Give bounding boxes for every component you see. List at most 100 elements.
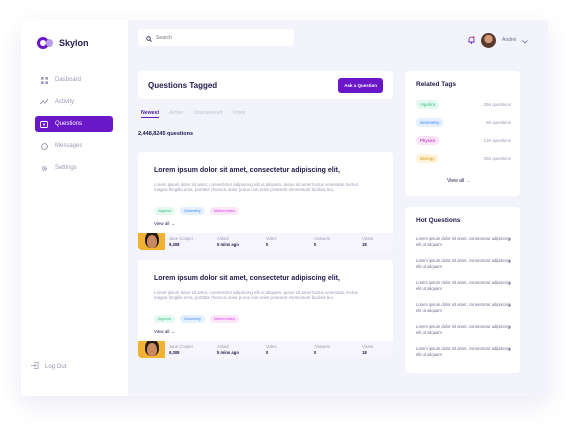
tab-votes[interactable]: Votes	[232, 110, 245, 118]
search-icon	[146, 29, 152, 47]
asked-value: 5 mins ago	[217, 350, 239, 355]
sidebar-item-dashboard[interactable]: Dasboard	[35, 72, 113, 88]
votes-label: Votes	[266, 236, 277, 241]
view-all-link[interactable]: View all →	[154, 329, 175, 334]
hot-question-item[interactable]: Lorem ipsum dolor sit amet, consectetur …	[416, 236, 511, 247]
question-footer: Jane Cooper 9,308 Asked 5 mins ago Votes…	[138, 341, 393, 358]
chevron-right-icon: ›	[508, 236, 511, 243]
arrow-right-icon: →	[170, 329, 176, 334]
related-tag-row[interactable]: Geometry 56 questions	[416, 118, 511, 127]
hot-question-text: Lorem ipsum dolor sit amet, consectetur …	[416, 258, 511, 269]
tag-count: 256 questions	[483, 102, 511, 107]
tag-geometry[interactable]: Geometry	[180, 315, 205, 323]
question-title[interactable]: Lorem ipsum dolor sit amet, consectetur …	[154, 275, 340, 282]
sidebar-item-label: Dasboard	[55, 77, 82, 83]
views-label: Views	[362, 236, 374, 241]
sidebar-item-questions[interactable]: Questions	[35, 116, 113, 132]
author-name[interactable]: Jane Cooper	[169, 236, 193, 241]
grid-icon	[39, 75, 49, 85]
view-all-link[interactable]: View all →	[154, 221, 175, 226]
user-avatar[interactable]	[481, 32, 496, 48]
search-bar[interactable]	[138, 29, 294, 46]
arrow-right-icon: →	[170, 221, 176, 226]
chevron-right-icon: ›	[508, 346, 511, 353]
author-avatar[interactable]	[138, 341, 165, 358]
tag-algebra[interactable]: Algebra	[154, 315, 176, 323]
hot-question-item[interactable]: Lorem ipsum dolor sit amet, consectetur …	[416, 302, 511, 313]
hot-question-item[interactable]: Lorem ipsum dolor sit amet, consectetur …	[416, 258, 511, 269]
search-input[interactable]	[156, 34, 276, 41]
page-title: Questions Tagged	[148, 80, 218, 90]
question-card[interactable]: Lorem ipsum dolor sit amet, consectetur …	[138, 260, 393, 358]
question-tags: Algebra Geometry Mathematics	[154, 315, 240, 323]
tag-algebra[interactable]: Algebra	[154, 207, 176, 215]
view-all-label: View all	[154, 329, 170, 334]
hot-question-item[interactable]: Lorem ipsum dolor sit amet, consectetur …	[416, 280, 511, 291]
tag-geometry[interactable]: Geometry	[416, 118, 444, 127]
tag-geometry[interactable]: Geometry	[180, 207, 205, 215]
tab-active[interactable]: Active	[169, 110, 183, 118]
views-value: 18	[362, 242, 367, 247]
views-stat: Views 18	[362, 236, 373, 248]
hot-question-item[interactable]: Lorem ipsum dolor sit amet, consectetur …	[416, 346, 511, 357]
sidebar: Skylon Dasboard Activity Questions Messa…	[21, 20, 128, 396]
gear-icon	[39, 163, 49, 173]
sidebar-item-activity[interactable]: Activity	[35, 94, 113, 110]
message-icon	[39, 141, 49, 151]
related-tag-row[interactable]: Physics 126 questions	[416, 136, 511, 145]
answers-value: 0	[314, 350, 317, 355]
question-title[interactable]: Lorem ipsum dolor sit amet, consectetur …	[154, 167, 340, 174]
tab-newest[interactable]: Newest	[141, 110, 160, 118]
answers-stat: Answers 0	[314, 344, 330, 356]
tag-count: 256 questions	[483, 156, 511, 161]
asked-stat: Asked 5 mins ago	[217, 344, 239, 356]
chevron-right-icon: ›	[508, 280, 511, 287]
tag-mathematics[interactable]: Mathematics	[209, 315, 240, 323]
arrow-right-icon: →	[465, 178, 471, 184]
logo-icon	[37, 37, 53, 49]
hot-question-text: Lorem ipsum dolor sit amet, consectetur …	[416, 346, 511, 357]
tag-mathematics[interactable]: Mathematics	[209, 207, 240, 215]
related-tags-title: Related Tags	[416, 81, 456, 88]
related-tags-panel: Related Tags Algebra 256 questions Geome…	[405, 71, 520, 196]
related-tag-row[interactable]: Algebra 256 questions	[416, 100, 511, 109]
author-info: Jane Cooper 9,308	[169, 344, 193, 356]
user-name: Andrei	[502, 37, 517, 43]
asked-value: 5 mins ago	[217, 242, 239, 247]
sidebar-item-settings[interactable]: Settings	[35, 160, 113, 176]
sidebar-nav: Dasboard Activity Questions Messages Set…	[35, 72, 113, 182]
sidebar-item-messages[interactable]: Messages	[35, 138, 113, 154]
tag-count: 56 questions	[486, 120, 511, 125]
author-avatar[interactable]	[138, 233, 165, 250]
asked-stat: Asked 5 mins ago	[217, 236, 239, 248]
hot-questions-title: Hot Questions	[416, 217, 461, 224]
chevron-down-icon[interactable]	[522, 31, 529, 49]
logo[interactable]: Skylon	[37, 37, 89, 49]
hot-question-text: Lorem ipsum dolor sit amet, consectetur …	[416, 236, 511, 247]
hot-question-item[interactable]: Lorem ipsum dolor sit amet, consectetur …	[416, 324, 511, 335]
chart-icon	[39, 97, 49, 107]
author-score: 9,308	[169, 350, 180, 355]
asked-label: Asked	[217, 236, 229, 241]
answers-label: Answers	[314, 344, 331, 349]
question-card[interactable]: Lorem ipsum dolor sit amet, consectetur …	[138, 152, 393, 250]
votes-label: Votes	[266, 344, 277, 349]
author-name[interactable]: Jane Cooper	[169, 344, 193, 349]
bell-icon[interactable]	[468, 31, 475, 49]
author-info: Jane Cooper 9,308	[169, 236, 193, 248]
tag-algebra[interactable]: Algebra	[416, 100, 440, 109]
sidebar-item-label: Messages	[55, 143, 83, 149]
tag-physics[interactable]: Physics	[416, 136, 440, 145]
tag-biology[interactable]: Biology	[416, 154, 439, 163]
view-all-label: View all	[447, 178, 465, 184]
related-tag-row[interactable]: Biology 256 questions	[416, 154, 511, 163]
tab-unanswered[interactable]: Unanswered	[193, 110, 222, 118]
views-label: Views	[362, 344, 374, 349]
user-area: Andrei	[468, 31, 529, 49]
asked-label: Asked	[217, 344, 229, 349]
ask-question-button[interactable]: Ask a Question	[338, 77, 383, 93]
related-view-all-link[interactable]: View all →	[447, 178, 471, 184]
logout-button[interactable]: Log Out	[31, 362, 66, 371]
questions-header: Questions Tagged Ask a Question	[138, 71, 393, 99]
app-frame: Skylon Dasboard Activity Questions Messa…	[21, 20, 548, 396]
